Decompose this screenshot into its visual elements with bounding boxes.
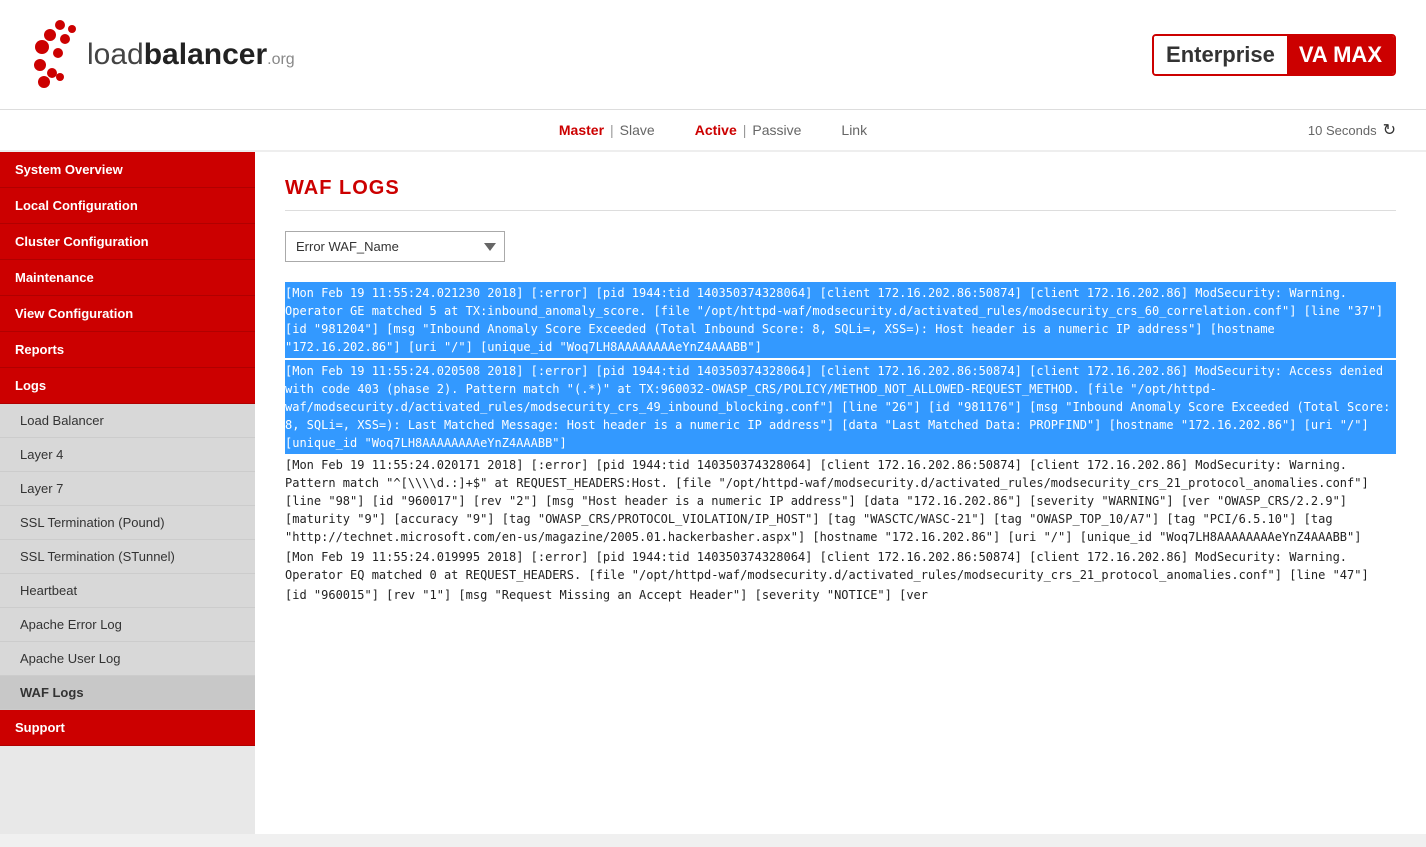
log-area: [Mon Feb 19 11:55:24.021230 2018] [:erro… [285,282,1396,604]
sidebar-item-waf-logs[interactable]: WAF Logs [0,676,255,710]
sidebar-item-system-overview[interactable]: System Overview [0,152,255,188]
sidebar-item-heartbeat[interactable]: Heartbeat [0,574,255,608]
enterprise-label: Enterprise [1154,36,1287,74]
nav-link[interactable]: Link [821,118,887,142]
logo-area: loadbalancer.org [30,17,295,92]
sidebar: System Overview Local Configuration Clus… [0,152,255,834]
log-normal-3: [id "960015"] [rev "1"] [msg "Request Mi… [285,586,1396,604]
sidebar-item-layer7[interactable]: Layer 7 [0,472,255,506]
nav-master-slave[interactable]: Master | Slave [539,118,675,142]
sidebar-item-view-configuration[interactable]: View Configuration [0,296,255,332]
waf-name-select[interactable]: Error WAF_Name Access WAF_Name [285,231,505,262]
logo-wordmark: loadbalancer.org [87,38,295,72]
sidebar-item-maintenance[interactable]: Maintenance [0,260,255,296]
sidebar-item-local-configuration[interactable]: Local Configuration [0,188,255,224]
master-link[interactable]: Master [559,122,604,138]
sidebar-item-ssl-stunnel[interactable]: SSL Termination (STunnel) [0,540,255,574]
log-highlighted-2: [Mon Feb 19 11:55:24.020508 2018] [:erro… [285,360,1396,454]
log-normal-2: [Mon Feb 19 11:55:24.019995 2018] [:erro… [285,548,1396,584]
vamax-label: VA MAX [1287,36,1394,74]
sidebar-item-load-balancer[interactable]: Load Balancer [0,404,255,438]
sidebar-item-support[interactable]: Support [0,710,255,746]
header: loadbalancer.org Enterprise VA MAX [0,0,1426,110]
main-content: WAF Logs Error WAF_Name Access WAF_Name … [255,152,1426,834]
refresh-seconds: 10 Seconds [1308,123,1377,138]
nav-bar: Master | Slave Active | Passive Link 10 … [0,110,1426,152]
nav-active-passive[interactable]: Active | Passive [675,118,822,142]
dropdown-row: Error WAF_Name Access WAF_Name [285,231,1396,262]
sidebar-item-cluster-configuration[interactable]: Cluster Configuration [0,224,255,260]
refresh-icon[interactable]: ↻ [1383,120,1396,140]
page-title: WAF Logs [285,177,1396,211]
active-link[interactable]: Active [695,122,737,138]
log-normal-1: [Mon Feb 19 11:55:24.020171 2018] [:erro… [285,456,1396,546]
enterprise-badge: Enterprise VA MAX [1152,34,1396,76]
sidebar-item-reports[interactable]: Reports [0,332,255,368]
sidebar-item-logs[interactable]: Logs [0,368,255,404]
link-label[interactable]: Link [841,122,867,138]
main-layout: System Overview Local Configuration Clus… [0,152,1426,834]
log-highlighted-1: [Mon Feb 19 11:55:24.021230 2018] [:erro… [285,282,1396,358]
logo-icon [30,17,85,92]
sidebar-item-layer4[interactable]: Layer 4 [0,438,255,472]
sidebar-item-ssl-pound[interactable]: SSL Termination (Pound) [0,506,255,540]
passive-link[interactable]: Passive [752,122,801,138]
nav-refresh[interactable]: 10 Seconds ↻ [1308,120,1396,140]
sidebar-item-apache-user[interactable]: Apache User Log [0,642,255,676]
sidebar-item-apache-error[interactable]: Apache Error Log [0,608,255,642]
slave-link[interactable]: Slave [620,122,655,138]
